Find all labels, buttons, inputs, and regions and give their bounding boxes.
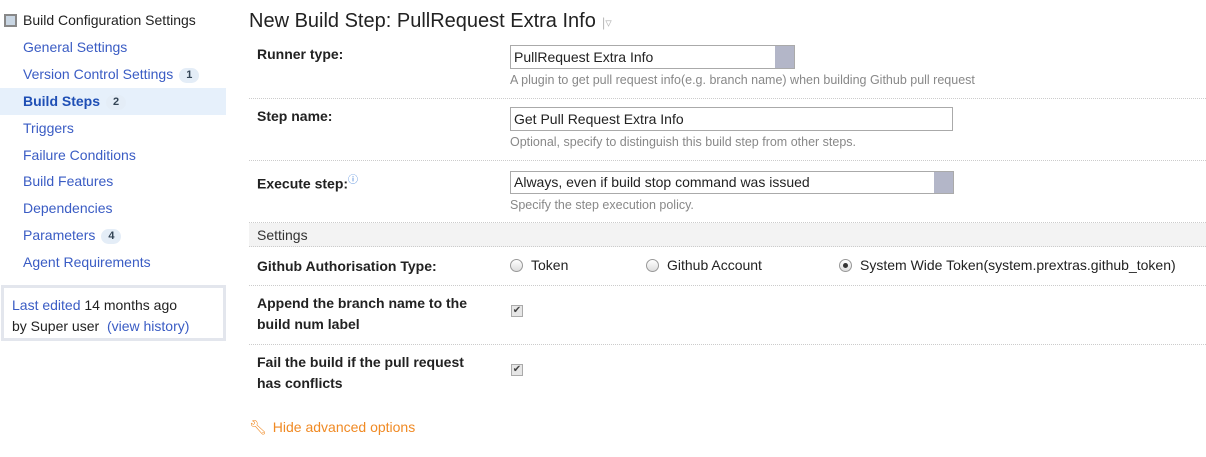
settings-header: Settings — [249, 223, 1206, 247]
sidebar-item-dependencies[interactable]: Dependencies — [0, 195, 226, 222]
step-name-row: Step name: Get Pull Request Extra Info O… — [249, 99, 1206, 161]
hide-advanced-options-link[interactable]: 🔧︎ Hide advanced options — [249, 419, 415, 436]
label: General Settings — [23, 39, 128, 55]
radio-button[interactable] — [646, 258, 659, 272]
label: Version Control Settings — [23, 66, 174, 82]
step-name-hint: Optional, specify to distinguish this bu… — [510, 135, 857, 149]
collapse-icon[interactable] — [4, 13, 17, 27]
fail-label-line1: Fail the build if the pull request — [257, 354, 464, 370]
fail-conflicts-checkbox[interactable]: ✔ — [511, 364, 523, 376]
step-name-label: Step name: — [257, 108, 333, 124]
value: Get Pull Request Extra Info — [514, 111, 684, 127]
sidebar-item-failure-conditions[interactable]: Failure Conditions — [0, 142, 226, 169]
count-badge: 4 — [101, 229, 122, 244]
view-history-link[interactable]: (view history) — [107, 318, 189, 334]
execute-step-label: Execute step: — [257, 175, 349, 192]
sidebar-item-build-steps[interactable]: Build Steps 2 — [0, 88, 226, 115]
radio-button[interactable] — [510, 258, 523, 272]
sidebar-item-triggers[interactable]: Triggers — [0, 115, 226, 142]
radio-token[interactable]: Token — [510, 257, 568, 273]
sidebar-item-version-control[interactable]: Version Control Settings 1 — [0, 61, 226, 88]
step-name-input[interactable]: Get Pull Request Extra Info — [510, 107, 953, 131]
last-edited-link[interactable]: Last edited — [12, 297, 81, 313]
title-dropdown-icon[interactable]: |▿ — [602, 15, 612, 30]
value: Always, even if build stop command was i… — [514, 174, 810, 190]
label: Build Steps — [23, 93, 101, 109]
sidebar-header[interactable]: Build Configuration Settings — [4, 12, 196, 28]
fail-label-line2: has conflicts — [257, 375, 343, 391]
edited-by: by Super user — [12, 318, 100, 334]
sidebar-item-build-features[interactable]: Build Features — [0, 168, 226, 195]
label: Build Features — [23, 173, 114, 189]
last-edited-time: 14 months ago — [84, 297, 178, 313]
execute-step-select[interactable]: Always, even if build stop command was i… — [510, 171, 954, 194]
append-branch-checkbox[interactable]: ✔ — [511, 305, 523, 317]
dropdown-arrow-icon — [934, 172, 953, 193]
last-edited-box: Last edited 14 months ago by Super user … — [1, 285, 226, 341]
runner-type-row: Runner type: PullRequest Extra Info A pl… — [249, 36, 1206, 99]
count-badge: 2 — [106, 95, 127, 110]
radio-github-account[interactable]: Github Account — [646, 257, 762, 273]
wrench-icon: 🔧︎ — [249, 419, 267, 435]
title-text: New Build Step: PullRequest Extra Info — [249, 10, 596, 32]
runner-type-label: Runner type: — [257, 46, 344, 62]
label: Failure Conditions — [23, 147, 136, 163]
append-label-line1: Append the branch name to the — [257, 295, 468, 311]
execute-step-hint: Specify the step execution policy. — [510, 198, 694, 212]
dropdown-arrow-icon — [775, 46, 794, 68]
value: PullRequest Extra Info — [514, 49, 654, 65]
label: Agent Requirements — [23, 254, 151, 270]
label: Dependencies — [23, 200, 113, 216]
runner-type-select[interactable]: PullRequest Extra Info — [510, 45, 795, 69]
page-title: New Build Step: PullRequest Extra Info |▿ — [249, 10, 612, 33]
count-badge: 1 — [179, 68, 200, 83]
auth-type-label: Github Authorisation Type: — [257, 258, 437, 274]
help-icon[interactable]: ⓘ — [348, 175, 358, 186]
label: Triggers — [23, 120, 74, 136]
append-label-line2: build num label — [257, 316, 360, 332]
label: Token — [531, 257, 569, 273]
radio-button[interactable] — [839, 258, 852, 272]
fail-conflicts-row: Fail the build if the pull request has co… — [249, 345, 1206, 404]
label: System Wide Token(system.prextras.github… — [860, 257, 1176, 273]
radio-system-wide-token[interactable]: System Wide Token(system.prextras.github… — [839, 257, 1176, 273]
sidebar-header-label: Build Configuration Settings — [23, 12, 196, 28]
sidebar-item-parameters[interactable]: Parameters 4 — [0, 222, 226, 249]
sidebar-item-general-settings[interactable]: General Settings — [0, 34, 226, 61]
label: Parameters — [23, 227, 96, 243]
execute-step-row: Execute step:ⓘ Always, even if build sto… — [249, 161, 1206, 223]
label: Hide advanced options — [272, 419, 416, 435]
label: Github Account — [667, 257, 762, 273]
runner-type-hint: A plugin to get pull request info(e.g. b… — [510, 73, 975, 87]
sidebar-item-agent-requirements[interactable]: Agent Requirements — [0, 249, 226, 276]
append-branch-row: Append the branch name to the build num l… — [249, 286, 1206, 345]
auth-type-row: Github Authorisation Type: Token Github … — [249, 247, 1206, 286]
